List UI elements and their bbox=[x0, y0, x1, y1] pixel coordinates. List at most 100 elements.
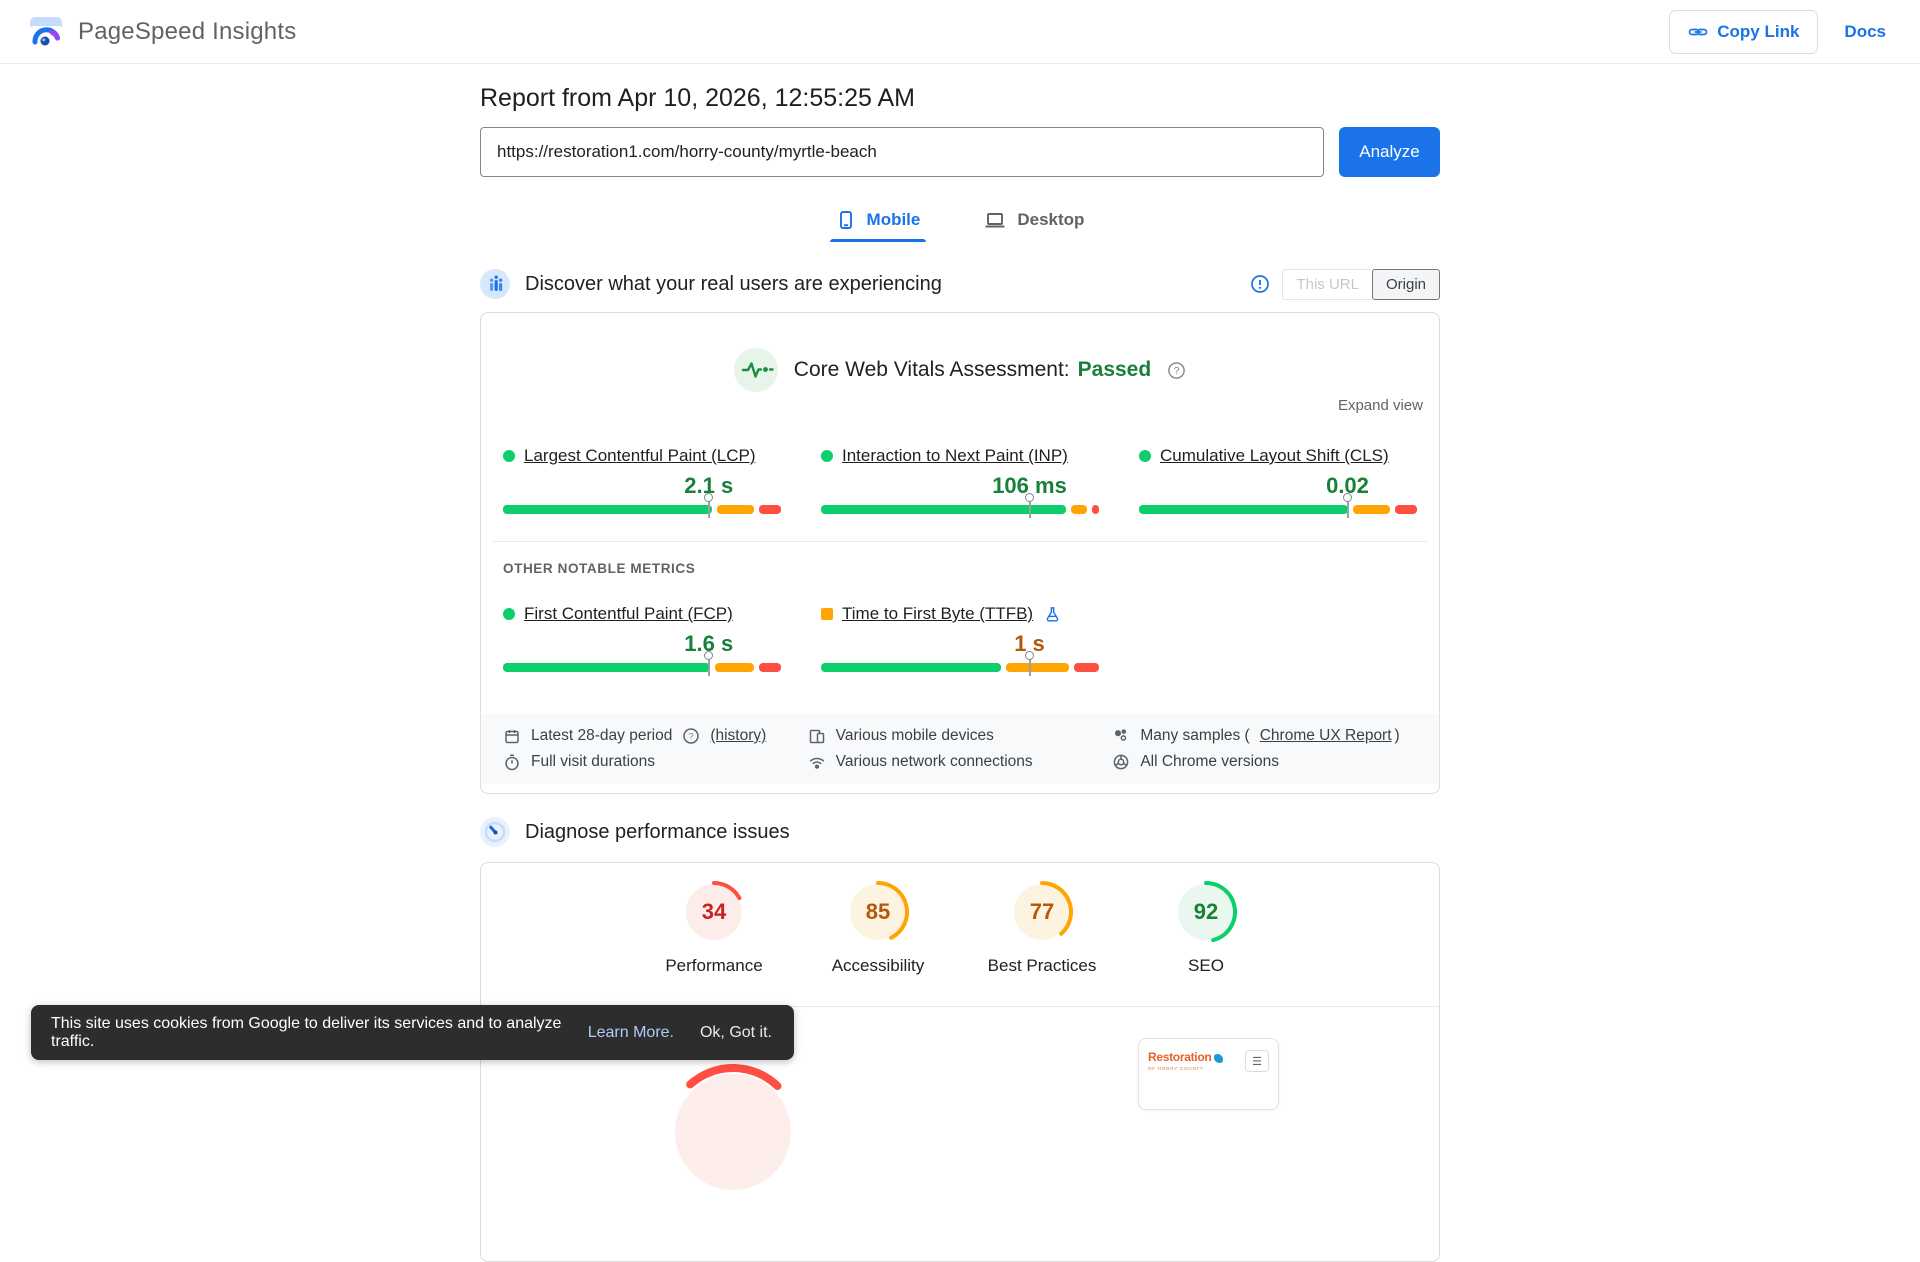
performance-gauge-partial bbox=[663, 1062, 803, 1202]
metric-distribution-fcp bbox=[503, 651, 782, 676]
copy-link-button[interactable]: Copy Link bbox=[1669, 9, 1819, 54]
score-gauge-best-practices: 77 bbox=[1010, 880, 1074, 944]
analyze-button[interactable]: Analyze bbox=[1339, 127, 1440, 177]
meta-link[interactable]: (history) bbox=[710, 727, 766, 745]
bar-segment bbox=[1005, 663, 1070, 672]
tab-desktop[interactable]: Desktop bbox=[978, 202, 1090, 242]
help-icon[interactable]: ? bbox=[1167, 361, 1186, 380]
score-value-performance: 34 bbox=[701, 899, 727, 924]
score-seo[interactable]: 92 SEO bbox=[1152, 880, 1260, 976]
metric-distribution-inp bbox=[821, 493, 1100, 518]
score-value-seo: 92 bbox=[1193, 899, 1219, 924]
meta-text: Latest 28-day period bbox=[531, 727, 673, 744]
field-section-head: Discover what your real users are experi… bbox=[480, 268, 1440, 300]
bar-segment bbox=[1070, 505, 1088, 514]
tab-mobile[interactable]: Mobile bbox=[829, 202, 927, 242]
lab-section-title: Diagnose performance issues bbox=[525, 820, 790, 843]
bar-segment bbox=[1092, 505, 1100, 514]
metric-head-ttfb: Time to First Byte (TTFB) bbox=[821, 604, 1099, 624]
metric-bullet-ttfb bbox=[821, 608, 833, 620]
meta-text-suffix: ) bbox=[1394, 727, 1400, 744]
tab-mobile-label: Mobile bbox=[866, 210, 921, 229]
hamburger-icon: ☰ bbox=[1245, 1050, 1269, 1072]
metric-name-fcp[interactable]: First Contentful Paint (FCP) bbox=[524, 604, 733, 624]
metric-distribution-cls bbox=[1139, 493, 1417, 518]
ok-got-it-button[interactable]: Ok, Got it. bbox=[700, 1024, 774, 1042]
chrome-icon bbox=[1112, 753, 1130, 771]
tab-desktop-label: Desktop bbox=[1017, 210, 1085, 229]
metric-distribution-lcp bbox=[503, 493, 781, 518]
url-row: Analyze bbox=[480, 127, 1440, 177]
field-data-card: Core Web Vitals Assessment: Passed ? Exp… bbox=[480, 312, 1440, 794]
score-performance[interactable]: 34 Performance bbox=[660, 880, 768, 976]
metric-name-ttfb[interactable]: Time to First Byte (TTFB) bbox=[842, 604, 1033, 624]
metric-inp: Interaction to Next Paint (INP) 106 ms bbox=[821, 446, 1100, 518]
cwv-assessment-value: Passed bbox=[1077, 358, 1152, 381]
meta-text: Various mobile devices bbox=[835, 727, 994, 744]
learn-more-link[interactable]: Learn More. bbox=[588, 1024, 674, 1042]
pagespeed-logo-icon[interactable] bbox=[28, 14, 64, 50]
meta-calendar: Latest 28-day period? (history) bbox=[503, 727, 808, 745]
cookie-banner: This site uses cookies from Google to de… bbox=[31, 1005, 794, 1060]
expand-view-button[interactable]: Expand view bbox=[1338, 397, 1423, 414]
other-metrics-row: First Contentful Paint (FCP) 1.6 s Time to… bbox=[503, 604, 1417, 676]
brand-logo-icon bbox=[1214, 1051, 1226, 1063]
score-label-accessibility: Accessibility bbox=[831, 956, 925, 975]
metric-chart-ttfb: 1 s bbox=[821, 624, 1099, 676]
score-accessibility[interactable]: 85 Accessibility bbox=[824, 880, 932, 976]
metric-chart-fcp: 1.6 s bbox=[503, 624, 782, 676]
mobile-phone-icon bbox=[836, 210, 856, 230]
bar-segment bbox=[1074, 663, 1099, 672]
field-meta-footer: Latest 28-day period? (history) Various mo… bbox=[482, 714, 1438, 784]
origin-toggle[interactable]: Origin bbox=[1371, 268, 1440, 300]
copy-link-label: Copy Link bbox=[1717, 21, 1800, 41]
metric-fcp: First Contentful Paint (FCP) 1.6 s bbox=[503, 604, 782, 676]
report-title: Report from Apr 10, 2026, 12:55:25 AM bbox=[480, 84, 915, 112]
metric-name-lcp[interactable]: Largest Contentful Paint (LCP) bbox=[524, 446, 756, 466]
svg-text:?: ? bbox=[689, 731, 694, 742]
score-best-practices[interactable]: 77 Best Practices bbox=[988, 880, 1096, 976]
info-icon[interactable] bbox=[1250, 274, 1270, 294]
this-url-toggle[interactable]: This URL bbox=[1282, 268, 1372, 300]
score-label-performance: Performance bbox=[665, 956, 763, 975]
network-icon bbox=[808, 753, 826, 771]
metric-name-inp[interactable]: Interaction to Next Paint (INP) bbox=[842, 446, 1068, 466]
category-scores-row: 34 Performance 85 Accessibility 77 Best Pract… bbox=[481, 863, 1439, 976]
docs-link[interactable]: Docs bbox=[1844, 22, 1886, 42]
experimental-flask-icon bbox=[1044, 606, 1061, 623]
bar-segment bbox=[758, 505, 781, 514]
metric-ttfb: Time to First Byte (TTFB) 1 s bbox=[821, 604, 1099, 676]
device-tabs: Mobile Desktop bbox=[480, 202, 1440, 242]
metric-chart-inp: 106 ms bbox=[821, 466, 1100, 518]
other-metrics-label: OTHER NOTABLE METRICS bbox=[503, 561, 696, 576]
metric-cls: Cumulative Layout Shift (CLS) 0.02 bbox=[1139, 446, 1417, 518]
samples-icon bbox=[1112, 727, 1130, 745]
core-web-vitals-icon bbox=[733, 348, 778, 392]
page-screenshot-thumbnail: Restoration OF HORRY COUNTY ☰ bbox=[1138, 1038, 1279, 1110]
meta-text: Many samples ( bbox=[1140, 727, 1250, 744]
metric-name-cls[interactable]: Cumulative Layout Shift (CLS) bbox=[1160, 446, 1389, 466]
metric-head-fcp: First Contentful Paint (FCP) bbox=[503, 604, 781, 624]
metrics-divider bbox=[493, 541, 1427, 542]
meta-samples: Many samples ( Chrome UX Report) bbox=[1112, 727, 1417, 745]
meta-link[interactable]: Chrome UX Report bbox=[1260, 727, 1392, 745]
diagnose-icon bbox=[480, 817, 510, 847]
score-value-best-practices: 77 bbox=[1029, 899, 1055, 924]
metric-bullet-cls bbox=[1139, 450, 1151, 462]
metric-chart-cls: 0.02 bbox=[1139, 466, 1417, 518]
score-gauge-performance: 34 bbox=[682, 880, 746, 944]
timer-icon bbox=[503, 753, 521, 771]
bar-segment bbox=[715, 663, 754, 672]
url-input[interactable] bbox=[480, 127, 1324, 177]
cookie-text: This site uses cookies from Google to de… bbox=[51, 1014, 562, 1050]
score-label-best-practices: Best Practices bbox=[987, 956, 1097, 975]
meta-text: Full visit durations bbox=[531, 753, 656, 770]
cwv-assessment-row: Core Web Vitals Assessment: Passed ? bbox=[481, 313, 1439, 392]
score-value-accessibility: 85 bbox=[865, 899, 891, 924]
bar-segment bbox=[503, 663, 711, 672]
help-icon[interactable]: ? bbox=[682, 727, 700, 745]
bar-segment bbox=[717, 505, 754, 514]
field-section-title: Discover what your real users are experi… bbox=[525, 272, 942, 295]
meta-network: Various network connections bbox=[808, 753, 1113, 771]
thumbnail-brand-text: Restoration bbox=[1148, 1050, 1212, 1064]
